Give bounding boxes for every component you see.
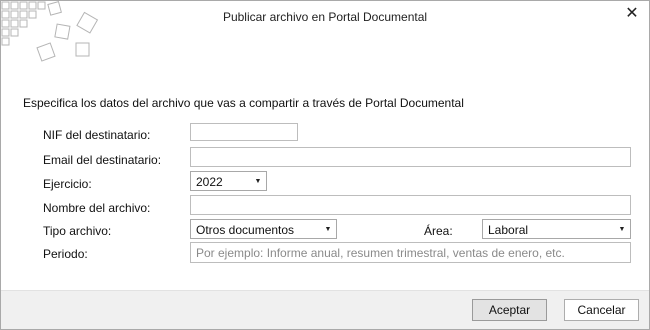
area-select[interactable]: Laboral ▼ [482, 219, 631, 239]
chevron-down-icon[interactable]: ▼ [614, 220, 630, 238]
area-value: Laboral [488, 223, 529, 237]
tipo-select[interactable]: Otros documentos ▼ [190, 219, 337, 239]
dialog-title: Publicar archivo en Portal Documental [222, 10, 428, 24]
periodo-field[interactable] [190, 242, 631, 263]
ejercicio-label: Ejercicio: [43, 177, 92, 191]
tipo-value: Otros documentos [196, 223, 295, 237]
email-field[interactable] [190, 147, 631, 167]
area-label: Área: [424, 224, 453, 238]
nombre-label: Nombre del archivo: [43, 201, 151, 215]
chevron-down-icon[interactable]: ▼ [250, 172, 266, 190]
nombre-field[interactable] [190, 195, 631, 215]
ejercicio-select[interactable]: 2022 ▼ [190, 171, 267, 191]
intro-text: Especifica los datos del archivo que vas… [23, 96, 464, 110]
cancel-button[interactable]: Cancelar [564, 299, 639, 321]
publish-dialog: Publicar archivo en Portal Documental ✕ … [0, 0, 650, 330]
dialog-footer: Aceptar Cancelar [1, 290, 649, 329]
email-label: Email del destinatario: [43, 153, 162, 167]
close-icon[interactable]: ✕ [623, 5, 641, 23]
nif-label: NIF del destinatario: [43, 128, 151, 142]
accept-button[interactable]: Aceptar [472, 299, 547, 321]
periodo-label: Periodo: [43, 247, 88, 261]
ejercicio-value: 2022 [196, 175, 223, 189]
nif-field[interactable] [190, 123, 298, 141]
tipo-label: Tipo archivo: [43, 224, 112, 238]
chevron-down-icon[interactable]: ▼ [320, 220, 336, 238]
